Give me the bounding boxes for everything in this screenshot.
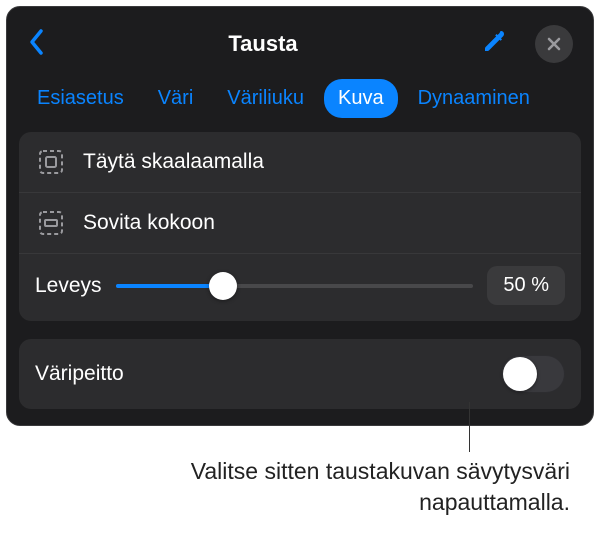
callout: Valitse sitten taustakuvan sävytysväri n…: [150, 446, 570, 518]
option-scale-to-fit-label: Sovita kokoon: [83, 211, 215, 235]
option-scale-to-fit[interactable]: Sovita kokoon: [19, 192, 581, 253]
width-slider[interactable]: [116, 284, 474, 288]
chevron-left-icon: [27, 28, 45, 56]
callout-line: [469, 402, 470, 452]
back-button[interactable]: [27, 28, 45, 61]
background-panel: Tausta Esiasetus Väri Väriliuku Kuva Dyn…: [6, 6, 594, 426]
width-slider-label: Leveys: [35, 274, 102, 298]
slider-thumb[interactable]: [209, 272, 237, 300]
slider-fill: [116, 284, 223, 288]
width-slider-row: Leveys 50 %: [19, 253, 581, 321]
tab-preset[interactable]: Esiasetus: [23, 79, 138, 118]
scale-to-fit-icon: [35, 207, 67, 239]
color-overlay-label: Väripeitto: [35, 362, 124, 386]
eyedropper-icon: [481, 29, 507, 55]
tab-bar: Esiasetus Väri Väriliuku Kuva Dynaaminen: [19, 79, 581, 128]
scale-to-fill-icon: [35, 146, 67, 178]
width-value[interactable]: 50 %: [487, 266, 565, 305]
tab-gradient[interactable]: Väriliuku: [213, 79, 318, 118]
top-right-controls: [481, 25, 573, 63]
close-icon: [546, 36, 562, 52]
close-button[interactable]: [535, 25, 573, 63]
tab-dynamic[interactable]: Dynaaminen: [404, 79, 544, 118]
tab-color[interactable]: Väri: [144, 79, 208, 118]
tab-image[interactable]: Kuva: [324, 79, 398, 118]
top-bar: Tausta: [19, 21, 581, 79]
eyedropper-button[interactable]: [481, 29, 507, 60]
option-scale-to-fill[interactable]: Täytä skaalaamalla: [19, 132, 581, 192]
panel-title: Tausta: [45, 31, 481, 57]
color-overlay-toggle[interactable]: [501, 355, 565, 393]
color-overlay-row: Väripeitto: [19, 339, 581, 409]
callout-text: Valitse sitten taustakuvan sävytysväri n…: [150, 446, 570, 518]
option-scale-to-fill-label: Täytä skaalaamalla: [83, 150, 264, 174]
scale-section: Täytä skaalaamalla Sovita kokoon Leveys …: [19, 132, 581, 321]
toggle-knob: [503, 357, 537, 391]
overlay-section: Väripeitto: [19, 339, 581, 409]
